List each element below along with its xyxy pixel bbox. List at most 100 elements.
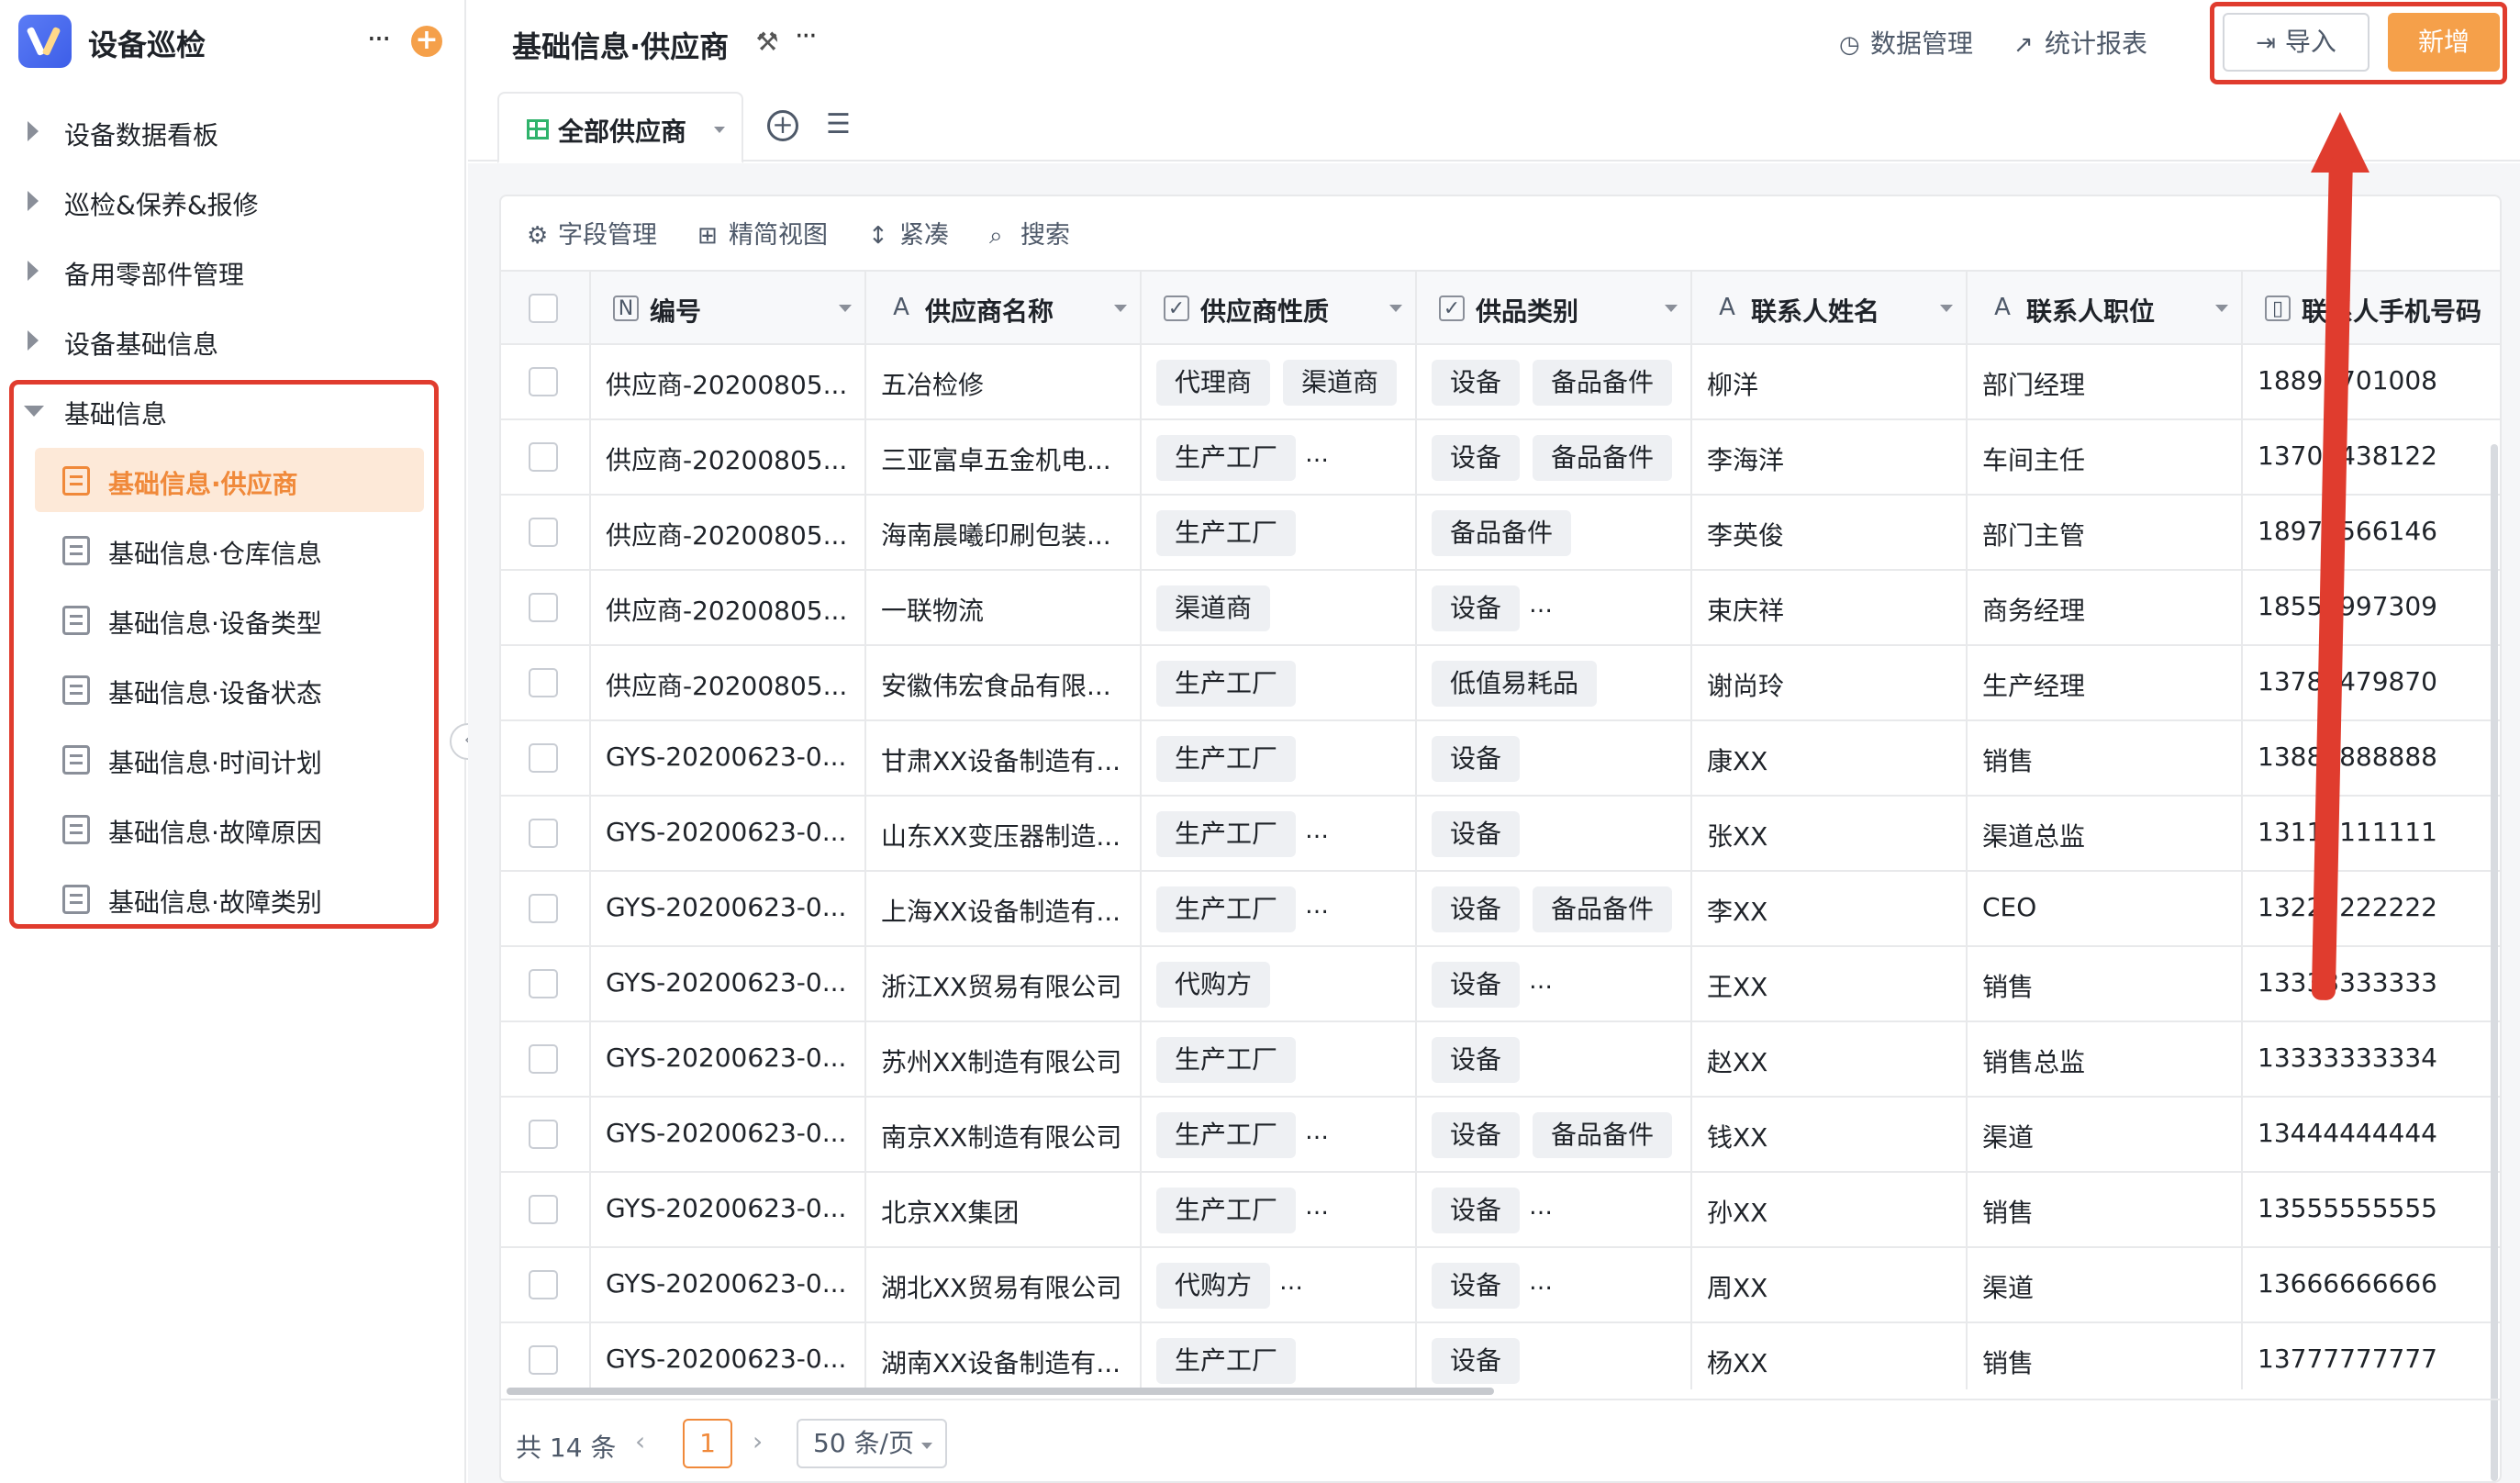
compact-button[interactable]: ↕ 紧凑 xyxy=(868,215,949,251)
cell-contact[interactable]: 周XX xyxy=(1692,1248,1968,1321)
cell-nature[interactable]: 生产工厂 xyxy=(1142,1323,1417,1389)
column-header-position[interactable]: A 联系人职位 xyxy=(1968,272,2243,345)
cell-name[interactable]: 湖南XX设备制造有... xyxy=(866,1323,1142,1389)
cell-name[interactable]: 上海XX设备制造有... xyxy=(866,872,1142,945)
sidebar-item-dashboard[interactable]: 设备数据看板 xyxy=(0,99,440,163)
row-checkbox[interactable] xyxy=(529,518,558,547)
cell-position[interactable]: 销售 xyxy=(1968,1173,2243,1246)
cell-contact[interactable]: 杨XX xyxy=(1692,1323,1968,1389)
cell-position[interactable]: 渠道 xyxy=(1968,1248,2243,1321)
cell-category[interactable]: 设备 xyxy=(1417,797,1692,870)
cell-id[interactable]: 供应商-20200805... xyxy=(591,646,866,719)
cell-id[interactable]: GYS-20200623-0... xyxy=(591,1173,866,1246)
cell-phone[interactable]: 13789479870 xyxy=(2243,646,2500,719)
cell-category[interactable]: 低值易耗品 xyxy=(1417,646,1692,719)
cell-contact[interactable]: 赵XX xyxy=(1692,1022,1968,1096)
cell-nature[interactable]: 生产工厂… xyxy=(1142,1098,1417,1171)
row-select-cell[interactable] xyxy=(501,872,591,945)
column-header-phone[interactable]: ▯ 联系人手机号码 xyxy=(2243,272,2500,345)
cell-phone[interactable]: 13333333333 xyxy=(2243,947,2500,1020)
cell-position[interactable]: 销售总监 xyxy=(1968,1022,2243,1096)
cell-name[interactable]: 南京XX制造有限公司 xyxy=(866,1098,1142,1171)
cell-name[interactable]: 浙江XX贸易有限公司 xyxy=(866,947,1142,1020)
prev-page-icon[interactable]: ‹ xyxy=(635,1426,645,1456)
cell-position[interactable]: 生产经理 xyxy=(1968,646,2243,719)
add-view-icon[interactable]: + xyxy=(767,110,798,141)
cell-position[interactable]: 销售 xyxy=(1968,947,2243,1020)
sidebar-subitem-fault-type[interactable]: 基础信息·故障类别 xyxy=(35,866,424,931)
row-checkbox[interactable] xyxy=(529,1120,558,1149)
row-select-cell[interactable] xyxy=(501,420,591,494)
cell-id[interactable]: 供应商-20200805... xyxy=(591,571,866,644)
cell-id[interactable]: GYS-20200623-0... xyxy=(591,947,866,1020)
row-checkbox[interactable] xyxy=(529,442,558,472)
horizontal-scrollbar[interactable] xyxy=(507,1388,1494,1395)
sidebar-item-inspection[interactable]: 巡检&保养&报修 xyxy=(0,169,440,233)
row-select-cell[interactable] xyxy=(501,571,591,644)
cell-position[interactable]: CEO xyxy=(1968,872,2243,945)
cell-category[interactable]: 设备 xyxy=(1417,1323,1692,1389)
table-row[interactable]: GYS-20200623-0... 苏州XX制造有限公司 生产工厂 设备 赵XX 销售总监… xyxy=(501,1022,2500,1098)
row-checkbox[interactable] xyxy=(529,367,558,396)
table-row[interactable]: 供应商-20200805...五冶检修代理商渠道商设备备品备件柳洋部门经理188… xyxy=(501,345,2500,420)
next-page-icon[interactable]: › xyxy=(753,1426,763,1456)
cell-phone[interactable]: 13777777777 xyxy=(2243,1323,2500,1389)
row-select-cell[interactable] xyxy=(501,797,591,870)
cell-category[interactable]: 设备 xyxy=(1417,721,1692,795)
list-icon[interactable]: ☰ xyxy=(826,108,863,141)
cell-nature[interactable]: 生产工厂 xyxy=(1142,646,1417,719)
cell-name[interactable]: 甘肃XX设备制造有... xyxy=(866,721,1142,795)
column-header-name[interactable]: A 供应商名称 xyxy=(866,272,1142,345)
table-row[interactable]: 供应商-20200805... 一联物流 渠道商 设备 … 束庆祥 商务经理 18556997… xyxy=(501,571,2500,646)
cell-contact[interactable]: 柳洋 xyxy=(1692,345,1968,418)
cell-phone[interactable]: 18895701008 xyxy=(2243,345,2500,418)
row-checkbox[interactable] xyxy=(529,668,558,697)
column-header-nature[interactable]: ✓ 供应商性质 xyxy=(1142,272,1417,345)
cell-id[interactable]: 供应商-20200805... xyxy=(591,420,866,494)
cell-category[interactable]: 设备 备品备件 xyxy=(1417,1098,1692,1171)
cell-contact[interactable]: 李XX xyxy=(1692,872,1968,945)
sidebar-subitem-device-status[interactable]: 基础信息·设备状态 xyxy=(35,657,424,721)
cell-phone[interactable]: 13555555555 xyxy=(2243,1173,2500,1246)
cell-category[interactable]: 设备 备品备件 xyxy=(1417,872,1692,945)
row-checkbox[interactable] xyxy=(529,593,558,622)
cell-nature[interactable]: 生产工厂 xyxy=(1142,496,1417,569)
row-checkbox[interactable] xyxy=(529,1270,558,1299)
cell-phone[interactable]: 13888888888 xyxy=(2243,721,2500,795)
row-select-cell[interactable] xyxy=(501,947,591,1020)
chevron-down-icon[interactable] xyxy=(1114,305,1127,312)
cell-category[interactable]: 设备 备品备件 xyxy=(1417,420,1692,494)
cell-position[interactable]: 商务经理 xyxy=(1968,571,2243,644)
wrench-icon[interactable]: ⚒ xyxy=(751,26,784,59)
cell-name[interactable]: 三亚富卓五金机电... xyxy=(866,420,1142,494)
chevron-down-icon[interactable] xyxy=(2215,305,2228,312)
table-row[interactable]: GYS-20200623-0... 上海XX设备制造有... 生产工厂 … 设备 备品备件… xyxy=(501,872,2500,947)
cell-phone[interactable]: 13700438122 xyxy=(2243,420,2500,494)
cell-category[interactable]: 设备… xyxy=(1417,1248,1692,1321)
table-row[interactable]: GYS-20200623-0... 湖北XX贸易有限公司 代购方 … 设备 … 周XX 渠道 1… xyxy=(501,1248,2500,1323)
cell-contact[interactable]: 张XX xyxy=(1692,797,1968,870)
cell-contact[interactable]: 李英俊 xyxy=(1692,496,1968,569)
cell-nature[interactable]: 生产工厂… xyxy=(1142,1173,1417,1246)
sidebar-item-spare-parts[interactable]: 备用零部件管理 xyxy=(0,239,440,303)
sidebar-subitem-device-type[interactable]: 基础信息·设备类型 xyxy=(35,587,424,652)
row-checkbox[interactable] xyxy=(529,894,558,923)
row-select-cell[interactable] xyxy=(501,1022,591,1096)
table-row[interactable]: GYS-20200623-0... 山东XX变压器制造... 生产工厂 … 设备 张XX 渠… xyxy=(501,797,2500,872)
table-row[interactable]: GYS-20200623-0... 浙江XX贸易有限公司 代购方 设备 … 王XX 销售 13… xyxy=(501,947,2500,1022)
cell-nature[interactable]: 代理商 渠道商 xyxy=(1142,345,1417,418)
cell-phone[interactable]: 13666666666 xyxy=(2243,1248,2500,1321)
row-select-cell[interactable] xyxy=(501,496,591,569)
current-page-button[interactable]: 1 xyxy=(683,1419,732,1468)
cell-id[interactable]: GYS-20200623-0... xyxy=(591,1098,866,1171)
row-select-cell[interactable] xyxy=(501,1323,591,1389)
chevron-down-icon[interactable] xyxy=(1389,305,1402,312)
cell-phone[interactable]: 18556997309 xyxy=(2243,571,2500,644)
sidebar-subitem-supplier[interactable]: 基础信息·供应商 xyxy=(35,448,424,512)
row-checkbox[interactable] xyxy=(529,819,558,848)
cell-id[interactable]: GYS-20200623-0... xyxy=(591,721,866,795)
cell-position[interactable]: 渠道总监 xyxy=(1968,797,2243,870)
cell-category[interactable]: 设备… xyxy=(1417,1173,1692,1246)
cell-contact[interactable]: 康XX xyxy=(1692,721,1968,795)
import-button[interactable]: ⇥ 导入 xyxy=(2223,13,2369,72)
